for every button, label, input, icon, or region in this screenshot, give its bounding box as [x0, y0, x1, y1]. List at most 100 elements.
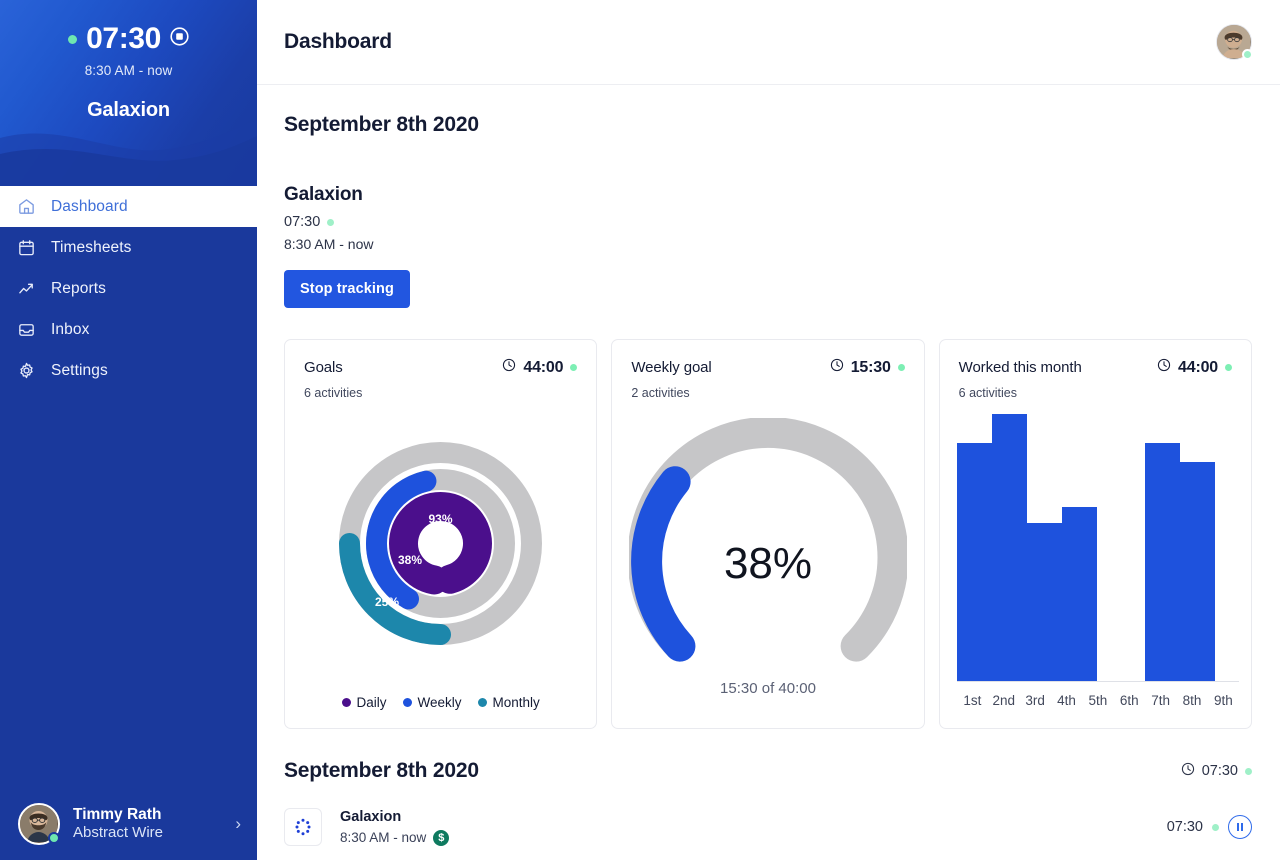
- sidebar-item-label: Dashboard: [51, 197, 128, 215]
- sidebar-timer-widget: 07:30 8:30 AM - now Galaxion: [0, 0, 257, 186]
- entry-project-name: Galaxion: [340, 808, 402, 825]
- bar-slot: [1026, 414, 1062, 681]
- bar-category-label: 7th: [1151, 693, 1170, 708]
- clock-icon: [502, 358, 516, 377]
- entries-total: 07:30: [1181, 762, 1252, 781]
- card-metric: 15:30: [830, 358, 905, 377]
- legend-swatch: [341, 698, 351, 707]
- active-dot-icon: [68, 34, 78, 44]
- bar[interactable]: [991, 414, 1027, 681]
- gauge-caption: 15:30 of 40:00: [720, 680, 816, 697]
- inbox-icon: [16, 319, 37, 340]
- legend-swatch: [477, 698, 487, 707]
- sidebar-item-reports[interactable]: Reports: [0, 268, 257, 309]
- card-subtitle: 6 activities: [958, 386, 1018, 400]
- tracker-project-name: Galaxion: [284, 184, 363, 205]
- bar-category-label: 2nd: [992, 693, 1015, 708]
- card-header: Goals 44:00: [304, 358, 578, 377]
- weekly-goal-gauge-chart: 38%: [612, 418, 923, 668]
- chevron-right-icon[interactable]: ›: [235, 814, 241, 834]
- bar-slot: [1121, 414, 1145, 681]
- bar[interactable]: [1144, 443, 1180, 681]
- bar[interactable]: [1026, 523, 1062, 681]
- card-title: Goals: [304, 359, 343, 376]
- online-status-dot: [1242, 49, 1253, 60]
- bar-chart-category-labels: 1st 2nd 3rd 4th 5th 6th 7th 8th 9th: [957, 693, 1239, 708]
- pause-icon[interactable]: [1228, 815, 1252, 839]
- profile-name: Timmy Rath: [73, 805, 162, 823]
- sidebar-profile[interactable]: Timmy Rath Abstract Wire ›: [0, 788, 257, 860]
- bar-category-label: 4th: [1057, 693, 1076, 708]
- sidebar-item-timesheets[interactable]: Timesheets: [0, 227, 257, 268]
- active-dot-icon: [570, 364, 578, 371]
- card-metric-value: 15:30: [850, 358, 891, 376]
- bar-slot: [956, 414, 992, 681]
- bar-category-label: 8th: [1182, 693, 1202, 708]
- bar-slot: [1061, 414, 1097, 681]
- profile-org: Abstract Wire: [73, 824, 164, 842]
- active-dot-icon: [327, 218, 335, 226]
- sidebar-item-dashboard[interactable]: Dashboard: [0, 186, 257, 227]
- calendar-icon: [16, 237, 37, 258]
- sidebar-timer-time: 07:30: [86, 22, 161, 55]
- bar-category-label: 3rd: [1025, 693, 1045, 708]
- goals-radial-chart: 93% 38% 25%: [285, 436, 596, 651]
- bar-slot: [1215, 414, 1239, 681]
- main-content: Dashboard September 8th 2020 Galaxion 07…: [257, 0, 1280, 860]
- stop-record-icon[interactable]: [170, 27, 189, 51]
- sidebar-item-label: Reports: [51, 279, 106, 297]
- legend-label: Monthly: [492, 695, 540, 710]
- legend-label: Weekly: [417, 695, 462, 710]
- worked-this-month-bar-chart: 1st 2nd 3rd 4th 5th 6th 7th 8th 9th: [956, 414, 1239, 716]
- card-metric-value: 44:00: [523, 358, 564, 376]
- list-item[interactable]: Galaxion 8:30 AM - now $ 07:30: [284, 808, 1252, 846]
- active-dot-icon: [1212, 823, 1219, 831]
- bar-category-label: 6th: [1119, 693, 1139, 708]
- entry-duration: 07:30: [1166, 819, 1203, 835]
- bar-category-label: 9th: [1213, 693, 1233, 708]
- card-metric-value: 44:00: [1178, 358, 1218, 376]
- card-worked-this-month: Worked this month 44:00 6 activities 1st…: [938, 339, 1252, 729]
- card-goals: Goals 44:00 6 activities 93% 38% 25% Dai…: [284, 339, 598, 729]
- sidebar-nav: Dashboard Timesheets Reports Inbox Setti…: [0, 186, 257, 391]
- home-icon: [16, 196, 37, 217]
- card-weekly-goal: Weekly goal 15:30 2 activities 38% 15:30…: [611, 339, 925, 729]
- legend-item-monthly: Monthly: [477, 695, 540, 710]
- sidebar-item-label: Inbox: [51, 320, 90, 338]
- tracker-time-row: 07:30: [284, 214, 1252, 230]
- dashboard-content: September 8th 2020 Galaxion 07:30 8:30 A…: [257, 85, 1280, 729]
- clock-icon: [1157, 358, 1171, 377]
- sidebar-item-label: Timesheets: [51, 238, 132, 256]
- bar[interactable]: [1179, 462, 1215, 681]
- bar-slot: [991, 414, 1027, 681]
- entries-section: September 8th 2020 07:30 Galaxion 8:30 A…: [257, 759, 1280, 846]
- bar[interactable]: [956, 443, 992, 681]
- legend-item-daily: Daily: [341, 695, 387, 710]
- page-title: Dashboard: [284, 30, 392, 53]
- donut-label-monthly: 25%: [375, 595, 399, 609]
- stop-tracking-button[interactable]: Stop tracking: [284, 270, 410, 308]
- clock-icon: [830, 358, 844, 377]
- dashboard-date-heading: September 8th 2020: [284, 113, 479, 136]
- topbar-avatar[interactable]: [1216, 24, 1253, 60]
- profile-text: Timmy Rath Abstract Wire: [73, 805, 222, 843]
- app-root: 07:30 8:30 AM - now Galaxion Dashboard T…: [0, 0, 1280, 860]
- sidebar-item-inbox[interactable]: Inbox: [0, 309, 257, 350]
- donut-label-daily: 93%: [429, 512, 453, 526]
- entry-time-range: 8:30 AM - now: [340, 830, 427, 845]
- donut-label-weekly: 38%: [398, 553, 422, 567]
- billable-badge[interactable]: $: [433, 829, 450, 846]
- card-subtitle: 6 activities: [304, 386, 363, 400]
- entries-date: September 8th 2020: [284, 759, 479, 782]
- bars-area: [956, 414, 1239, 681]
- sidebar-item-settings[interactable]: Settings: [0, 350, 257, 391]
- list-item-actions: 07:30: [1167, 815, 1252, 839]
- gauge: 38%: [628, 418, 907, 662]
- bar-chart-axis-line: [956, 681, 1239, 682]
- bar[interactable]: [1061, 507, 1097, 681]
- bar-slot: [1097, 414, 1121, 681]
- sidebar-timer-range: 8:30 AM - now: [84, 63, 173, 78]
- card-title: Worked this month: [958, 359, 1082, 376]
- entries-total-value: 07:30: [1201, 763, 1238, 779]
